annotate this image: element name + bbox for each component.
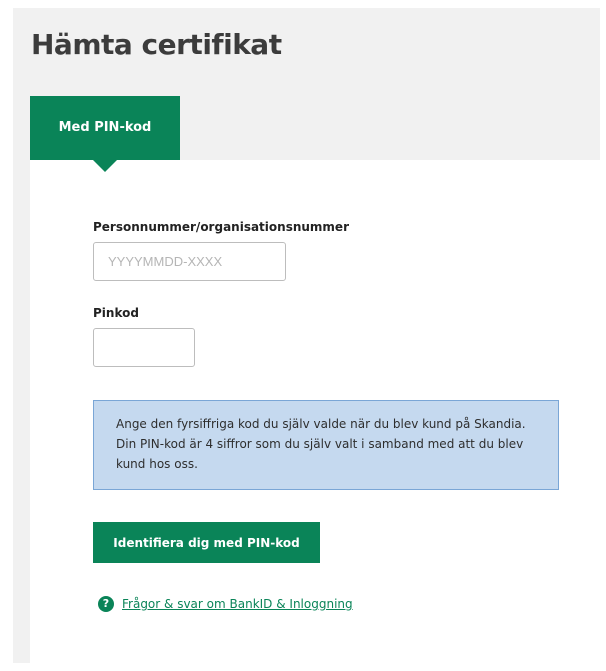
info-message: Ange den fyrsiffriga kod du själv valde … <box>93 400 559 490</box>
help-link[interactable]: ? Frågor & svar om BankID & Inloggning <box>98 596 353 612</box>
pinkod-label: Pinkod <box>93 306 139 320</box>
question-circle-icon: ? <box>98 596 114 612</box>
personnummer-label: Personnummer/organisationsnummer <box>93 220 349 234</box>
tab-pin-code[interactable]: Med PIN-kod <box>30 96 180 160</box>
pinkod-input[interactable] <box>93 328 195 367</box>
certificate-panel: Hämta certifikat Med PIN-kod Personnumme… <box>13 8 600 663</box>
tab-pointer-arrow <box>93 160 117 172</box>
identify-pin-button[interactable]: Identifiera dig med PIN-kod <box>93 522 320 563</box>
page-title: Hämta certifikat <box>31 28 282 61</box>
personnummer-input[interactable] <box>93 242 286 281</box>
login-form-card: Personnummer/organisationsnummer Pinkod … <box>30 160 600 663</box>
help-link-label[interactable]: Frågor & svar om BankID & Inloggning <box>122 597 353 611</box>
